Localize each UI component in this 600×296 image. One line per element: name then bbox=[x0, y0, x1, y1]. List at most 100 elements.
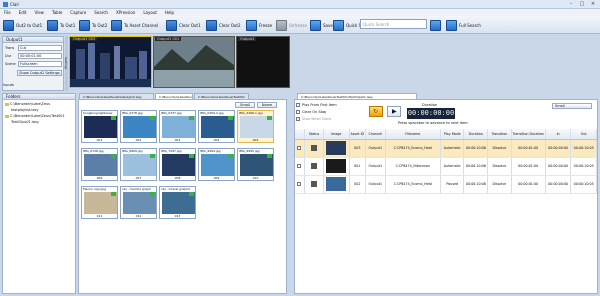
status-badge bbox=[150, 154, 155, 158]
menu-file[interactable]: File bbox=[4, 10, 11, 15]
col-asset-id[interactable]: Asset ID bbox=[349, 129, 367, 140]
status-badge bbox=[111, 154, 116, 158]
search-button[interactable] bbox=[430, 18, 441, 32]
col-channel[interactable]: Channel bbox=[365, 129, 386, 140]
col-play-mode[interactable]: Play Mode bbox=[440, 129, 465, 140]
menu-view[interactable]: View bbox=[34, 10, 44, 15]
tree-item[interactable]: C:\Benorder\Lake\Zeus\Test001 bbox=[5, 114, 65, 118]
thumbnail-name: IMG_9994.jpg bbox=[200, 149, 221, 153]
play-from-first-checkbox[interactable] bbox=[296, 103, 300, 107]
tree-item[interactable]: testplaylist.lasy bbox=[11, 108, 38, 112]
col-transition-duration[interactable]: Transition Duration bbox=[511, 129, 546, 140]
status-badge bbox=[267, 154, 272, 158]
transition-cell[interactable]: Dissolve bbox=[487, 157, 512, 176]
asset-id-cell: 001 bbox=[349, 157, 367, 176]
col-duration[interactable]: Duration bbox=[463, 129, 489, 140]
clear-out2-button[interactable]: Clear Out2 bbox=[206, 18, 241, 32]
monitor-output1-003: Output1 003 bbox=[69, 36, 152, 88]
show-output2-settings-button[interactable]: Show Output2 Settings bbox=[17, 70, 62, 76]
row-checkbox[interactable] bbox=[297, 181, 302, 186]
playlist-row[interactable]: 002 Output1 C:CP8474_Ecomo_Heat Paused 0… bbox=[295, 175, 597, 194]
col-in[interactable]: In bbox=[545, 129, 572, 140]
play-mode-cell[interactable]: Automatic bbox=[440, 157, 465, 176]
asset-thumbnail[interactable]: Msuno copy.jpg 011 bbox=[81, 186, 118, 219]
play-button[interactable]: ▶ bbox=[387, 106, 401, 117]
maximize-icon[interactable]: □ bbox=[577, 1, 587, 7]
play-mode-cell[interactable]: Automatic bbox=[440, 139, 465, 158]
thumbnail-name: IMG_0278.jpg bbox=[122, 111, 143, 115]
stop-when-done-checkbox[interactable] bbox=[296, 117, 300, 121]
out2-to-out1-button[interactable]: Out2 to Out1 bbox=[3, 18, 42, 32]
asset-thumbnail[interactable]: IMG_9994.jpg 009 bbox=[198, 148, 235, 181]
tree-item[interactable]: C:\Benorder\Lake\Zeus bbox=[5, 102, 50, 106]
settings-side-tab[interactable]: Settings bbox=[64, 36, 68, 91]
playlist-size-select[interactable]: Small bbox=[552, 103, 592, 109]
transition-duration-cell: 00:00:01:00 bbox=[511, 157, 546, 176]
scene-select[interactable]: Fullscreen bbox=[18, 61, 62, 67]
asset-thumbnail[interactable]: IMG_7297.jpg 008 bbox=[159, 148, 196, 181]
thumbnail-number: 011 bbox=[96, 214, 103, 218]
asset-thumbnail[interactable]: IMG_6809.jpg 007 bbox=[120, 148, 157, 181]
folder-icon bbox=[5, 102, 9, 106]
menu-layout[interactable]: Layout bbox=[143, 10, 157, 15]
to-asset-channel-button[interactable]: To Asset Channel bbox=[111, 18, 158, 32]
asset-thumbnail[interactable]: hongkongnightview 001 bbox=[81, 110, 118, 143]
asset-thumbnail[interactable]: IMG_9995.jpg 010 bbox=[237, 148, 274, 181]
menu-search[interactable]: Search bbox=[94, 10, 108, 15]
status-badge bbox=[150, 116, 155, 120]
image-cell bbox=[323, 157, 350, 176]
asset-thumbnail[interactable]: obj - mumba graph 012 bbox=[120, 186, 157, 219]
save-button[interactable]: Save bbox=[310, 18, 333, 32]
menu-table[interactable]: Table bbox=[52, 10, 62, 15]
clear-out1-button[interactable]: Clear Out1 bbox=[166, 18, 201, 32]
col-filename[interactable]: Filename bbox=[385, 129, 442, 140]
thumbnail-name: IMG_6809.jpg bbox=[122, 149, 143, 153]
menu-capture[interactable]: Capture bbox=[70, 10, 86, 15]
tree-item[interactable]: TestClips01.lasy bbox=[11, 120, 39, 124]
unfreeze-button[interactable]: Unfreeze bbox=[276, 18, 307, 32]
search-icon bbox=[430, 19, 441, 31]
swap-icon bbox=[3, 19, 14, 31]
row-checkbox[interactable] bbox=[297, 163, 302, 168]
status-cell bbox=[304, 157, 324, 176]
asset-thumbnail[interactable]: obj - tunnel graphic 013 bbox=[159, 186, 196, 219]
duration-field[interactable]: 00:00:01:00 bbox=[18, 53, 62, 59]
row-checkbox[interactable] bbox=[297, 145, 302, 150]
playlist-row[interactable]: 003 Output1 C:CP8474_Ecomo_Heat Automati… bbox=[295, 139, 597, 158]
close-icon[interactable]: × bbox=[588, 1, 598, 7]
thumbnail-number: 004 bbox=[213, 138, 220, 142]
playlist-row[interactable]: 001 Output1 C:CP8474_Nikonmon Automatic … bbox=[295, 157, 597, 176]
asset-thumbnail[interactable]: IMG_0459-2.jpg 004 bbox=[198, 110, 235, 143]
thumb-size-select[interactable]: Small bbox=[235, 102, 255, 108]
col-image[interactable]: Image bbox=[323, 129, 350, 140]
col-out[interactable]: Out bbox=[570, 129, 597, 140]
transition-cell[interactable]: Dissolve bbox=[487, 175, 512, 194]
minimize-icon[interactable]: – bbox=[566, 1, 576, 7]
transition-select[interactable]: Cut bbox=[18, 45, 62, 51]
quick-search-input[interactable]: Quick Search bbox=[360, 19, 427, 29]
col-transition[interactable]: Transition bbox=[487, 129, 512, 140]
app-title: Clair bbox=[10, 1, 20, 7]
search-icon bbox=[446, 19, 457, 31]
loop-button[interactable]: ↻ bbox=[369, 106, 383, 117]
clear-on-stop-checkbox[interactable] bbox=[296, 110, 300, 114]
col-status[interactable]: Status bbox=[304, 129, 324, 140]
thumbnail-number: 006 bbox=[96, 176, 103, 180]
to-out2-button[interactable]: To Out2 bbox=[79, 18, 107, 32]
sort-select[interactable]: Name bbox=[257, 102, 277, 108]
transition-cell[interactable]: Dissolve bbox=[487, 139, 512, 158]
asset-thumbnail[interactable]: IMG_3496-1.jpg 005 bbox=[237, 110, 274, 143]
full-search-button[interactable]: Full Search bbox=[446, 18, 481, 32]
row-thumbnail bbox=[326, 159, 347, 173]
app-icon bbox=[3, 1, 8, 7]
play-mode-cell[interactable]: Paused bbox=[440, 175, 465, 194]
menu-xpression[interactable]: XPression bbox=[116, 10, 135, 15]
thumbnail-name: IMG_3496-1.jpg bbox=[239, 111, 263, 115]
asset-thumbnail[interactable]: IMG_0278.jpg 002 bbox=[120, 110, 157, 143]
freeze-button[interactable]: Freeze bbox=[246, 18, 272, 32]
asset-thumbnail[interactable]: IMG_0437.jpg 003 bbox=[159, 110, 196, 143]
to-out1-button[interactable]: To Out1 bbox=[47, 18, 75, 32]
asset-thumbnail[interactable]: IMG_6728.jpg 006 bbox=[81, 148, 118, 181]
menu-edit[interactable]: Edit bbox=[19, 10, 27, 15]
menu-help[interactable]: Help bbox=[165, 10, 174, 15]
